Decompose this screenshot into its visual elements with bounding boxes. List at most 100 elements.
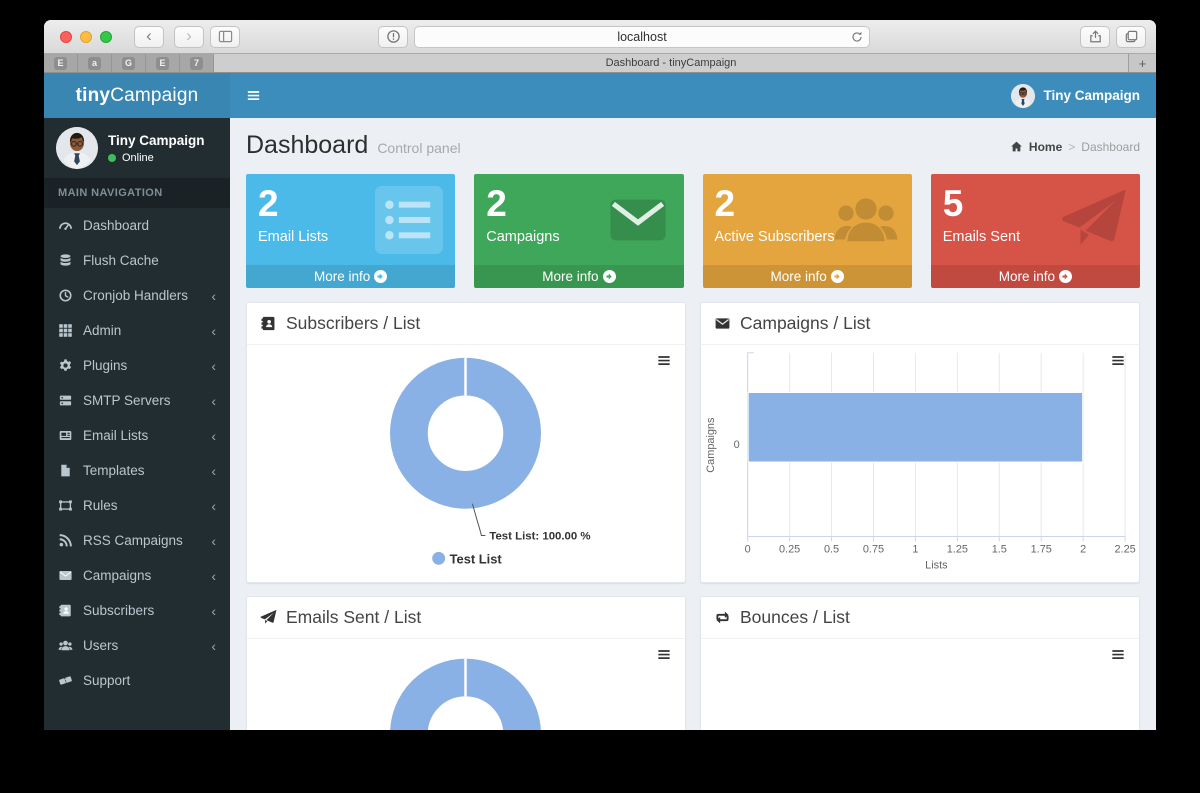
sidebar-item-flush-cache[interactable]: Flush Cache <box>44 243 230 278</box>
sidebar-user-name: Tiny Campaign <box>108 132 205 148</box>
active-tab[interactable]: Dashboard - tinyCampaign <box>214 54 1129 72</box>
envelope-icon <box>714 315 731 332</box>
users-icon <box>58 638 73 653</box>
sidebar-item-email-lists[interactable]: Email Lists ‹ <box>44 418 230 453</box>
privacy-report-button[interactable] <box>378 25 408 48</box>
sidebar-item-smtp-servers[interactable]: SMTP Servers ‹ <box>44 383 230 418</box>
pinned-tab[interactable]: E <box>146 54 180 72</box>
user-status[interactable]: Online <box>108 152 205 164</box>
subscribers-donut-chart: Test List: 100.00 % Test List <box>390 357 591 566</box>
object-group-icon <box>58 498 73 513</box>
chevron-left-icon: ‹ <box>211 357 216 374</box>
info-box-value: 2 <box>258 183 279 224</box>
breadcrumb-separator: > <box>1068 139 1076 154</box>
reload-icon[interactable] <box>850 30 864 44</box>
sidebar-item-users[interactable]: Users ‹ <box>44 628 230 663</box>
more-info-link[interactable]: More info <box>930 264 1140 288</box>
more-info-link[interactable]: More info <box>246 264 456 288</box>
more-info-label: More info <box>770 268 827 284</box>
new-tab-button[interactable]: + <box>1129 54 1156 72</box>
sidebar-item-subscribers[interactable]: Subscribers ‹ <box>44 593 230 628</box>
sidebar-toggle-button[interactable] <box>210 25 240 48</box>
back-icon: ‹ <box>146 26 152 45</box>
panel-title: Emails Sent / List <box>286 606 422 627</box>
sidebar-menu: Dashboard Flush Cache Cronjob Handlers ‹ Adm… <box>44 208 230 698</box>
sidebar-item-rss-campaigns[interactable]: RSS Campaigns ‹ <box>44 523 230 558</box>
pinned-tab[interactable]: E <box>44 54 78 72</box>
panel-header: Bounces / List <box>701 597 1139 639</box>
pinned-tab-favicon: E <box>156 56 169 70</box>
chart-menu-button[interactable] <box>1110 648 1126 661</box>
page-subtitle: Control panel <box>377 140 461 156</box>
pinned-tab-favicon: 7 <box>190 56 203 70</box>
tabs-icon <box>1124 29 1139 44</box>
sidebar-item-templates[interactable]: Templates ‹ <box>44 453 230 488</box>
sidebar-item-label: Dashboard <box>83 218 150 233</box>
x-tick-label: 1.25 <box>947 543 968 555</box>
minimize-window-button[interactable] <box>80 30 92 43</box>
online-status-icon <box>108 153 116 162</box>
breadcrumb-current: Dashboard <box>1081 139 1140 154</box>
tabs-overview-button[interactable] <box>1116 25 1146 48</box>
address-bar[interactable]: localhost <box>414 25 870 48</box>
chart-menu-button[interactable] <box>656 354 672 367</box>
x-tick-label: 1.75 <box>1031 543 1052 555</box>
pinned-tab[interactable]: 7 <box>180 54 214 72</box>
x-tick-label: 0 <box>745 543 751 555</box>
sidebar-item-admin[interactable]: Admin ‹ <box>44 313 230 348</box>
sidebar-item-label: Support <box>83 673 131 688</box>
x-tick-label: 0.5 <box>824 543 839 555</box>
sidebar-item-label: Users <box>83 638 119 653</box>
user-menu-name: Tiny Campaign <box>1043 88 1140 103</box>
content-header: Dashboard Control panel Home > Dashboard <box>230 118 1156 166</box>
pinned-tab[interactable]: a <box>78 54 112 72</box>
more-info-link[interactable]: More info <box>702 264 912 288</box>
sidebar-user-panel: Tiny Campaign Online <box>44 118 230 178</box>
sidebar-item-dashboard[interactable]: Dashboard <box>44 208 230 243</box>
chart-menu-button[interactable] <box>656 648 672 661</box>
breadcrumb-home-link[interactable]: Home <box>1029 140 1062 154</box>
info-box-emails-sent: 5 Emails Sent More info <box>930 174 1140 288</box>
user-menu[interactable]: Tiny Campaign <box>995 73 1156 118</box>
info-box-label: Active Subscribers <box>714 228 835 245</box>
sidebar-item-rules[interactable]: Rules ‹ <box>44 488 230 523</box>
chevron-left-icon: ‹ <box>211 532 216 549</box>
sidebar-section-header: MAIN NAVIGATION <box>44 178 230 208</box>
share-button[interactable] <box>1080 25 1110 48</box>
pinned-tabs: Ea G E 7 <box>44 54 214 72</box>
bar-series[interactable] <box>747 391 1084 463</box>
sidebar-item-label: Campaigns <box>83 568 152 583</box>
chevron-left-icon: ‹ <box>211 427 216 444</box>
panel-emails-sent-list: Emails Sent / List <box>246 595 686 730</box>
page-title: Dashboard Control panel <box>246 131 461 159</box>
user-status-label: Online <box>122 151 154 164</box>
sidebar-item-campaigns[interactable]: Campaigns ‹ <box>44 558 230 593</box>
tinycampaign-app: tiny Campaign Tiny Campaign Tiny Campaign <box>44 73 1156 730</box>
panel-bounces-list: Bounces / List <box>700 595 1140 730</box>
more-info-link[interactable]: More info <box>474 264 684 288</box>
tab-title: Dashboard - tinyCampaign <box>605 57 737 69</box>
sidebar-item-support[interactable]: Support <box>44 663 230 698</box>
chart-menu-button[interactable] <box>1110 354 1126 367</box>
forward-button[interactable]: › <box>174 25 204 48</box>
sidebar-item-cronjob-handlers[interactable]: Cronjob Handlers ‹ <box>44 278 230 313</box>
sidebar-item-label: SMTP Servers <box>83 393 171 408</box>
rss-icon <box>58 533 73 548</box>
ticket-icon <box>58 673 73 688</box>
sidebar-item-label: Subscribers <box>83 603 155 618</box>
sidebar-item-plugins[interactable]: Plugins ‹ <box>44 348 230 383</box>
panel-title: Bounces / List <box>740 606 850 627</box>
fullscreen-window-button[interactable] <box>100 30 112 43</box>
y-tick-label: 0 <box>734 439 740 451</box>
close-window-button[interactable] <box>60 30 72 43</box>
app-navbar: Tiny Campaign <box>230 73 1156 118</box>
sidebar-collapse-button[interactable] <box>230 73 276 118</box>
back-button[interactable]: ‹ <box>134 25 164 48</box>
circle-arrow-icon <box>602 269 616 283</box>
user-avatar <box>1011 83 1036 108</box>
pinned-tab[interactable]: G <box>112 54 146 72</box>
grid-icon <box>58 323 73 338</box>
chart-legend[interactable]: Test List <box>432 551 502 566</box>
app-logo[interactable]: tiny Campaign <box>44 73 230 118</box>
panel-campaigns-list: Campaigns / List 0 0.25 0.5 0.75 1 1.25 1.5 1.7… <box>700 301 1140 583</box>
